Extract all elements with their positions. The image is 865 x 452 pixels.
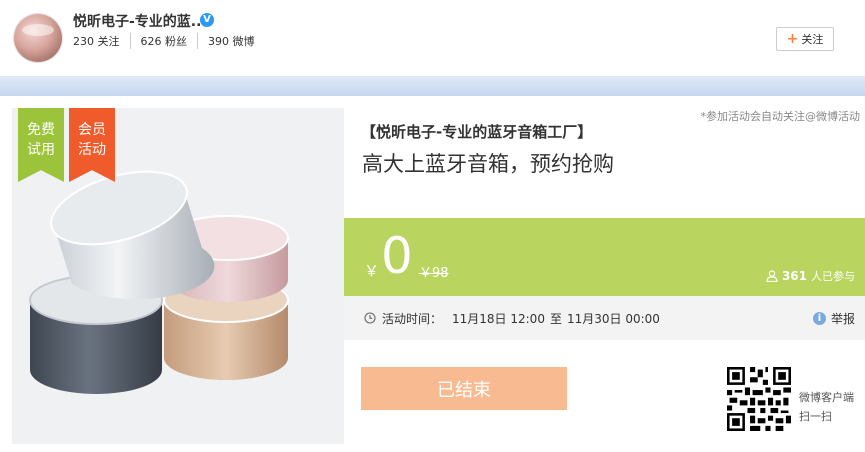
qr-code-icon[interactable] bbox=[727, 367, 791, 431]
tag-member-activity-line2: 活动 bbox=[78, 142, 106, 158]
tag-free-trial-line2: 试用 bbox=[27, 142, 55, 158]
participant-label: 人已参与 bbox=[811, 270, 855, 283]
campaign-title: 【悦昕电子-专业的蓝牙音箱工厂】 bbox=[361, 123, 593, 141]
profile-stats: 230 关注 626 粉丝 390 微博 bbox=[73, 33, 275, 49]
ended-button[interactable]: 已结束 bbox=[361, 367, 567, 410]
activity-start-time: 11月18日 12:00 bbox=[452, 311, 545, 326]
tag-member-activity-line1: 会员 bbox=[78, 122, 106, 138]
report-label: 举报 bbox=[830, 312, 855, 326]
qr-caption-line1: 微博客户端 bbox=[799, 391, 854, 404]
report-link[interactable]: i 举报 bbox=[812, 310, 855, 327]
stat-following[interactable]: 230 关注 bbox=[73, 33, 131, 49]
shop-avatar[interactable] bbox=[14, 14, 62, 62]
campaign-subtitle: 高大上蓝牙音箱，预约抢购 bbox=[362, 152, 614, 176]
shop-name[interactable]: 悦昕电子-专业的蓝... bbox=[73, 11, 207, 31]
price-band: ￥ 0 ￥98 361 人已参与 bbox=[344, 218, 865, 296]
activity-time-row: 活动时间： 11月18日 12:00 至 11月30日 00:00 i 举报 bbox=[344, 296, 865, 340]
qr-caption: 微博客户端 扫一扫 bbox=[799, 388, 854, 426]
participant-count: 361 bbox=[781, 269, 807, 283]
plus-icon: + bbox=[786, 31, 799, 47]
activity-end-time: 11月30日 00:00 bbox=[566, 311, 660, 326]
verified-icon: V bbox=[200, 13, 214, 27]
auto-follow-notice: *参加活动会自动关注@微博活动 bbox=[700, 110, 861, 123]
qr-caption-line2: 扫一扫 bbox=[799, 410, 832, 423]
currency-symbol: ￥ bbox=[364, 262, 380, 280]
follow-button[interactable]: + 关注 bbox=[776, 27, 834, 51]
clock-icon bbox=[364, 312, 376, 324]
original-price: ￥98 bbox=[419, 266, 449, 281]
info-icon: i bbox=[812, 312, 826, 325]
profile-header: 悦昕电子-专业的蓝... V 230 关注 626 粉丝 390 微博 + 关注 bbox=[0, 0, 865, 76]
product-image: 免费 试用 会员 活动 bbox=[12, 108, 344, 444]
stat-posts[interactable]: 390 微博 bbox=[208, 33, 265, 49]
header-divider-band bbox=[0, 76, 865, 96]
stat-followers[interactable]: 626 粉丝 bbox=[141, 33, 198, 49]
activity-time-separator: 至 bbox=[549, 311, 562, 326]
participants: 361 人已参与 bbox=[766, 268, 855, 284]
activity-time-label: 活动时间： bbox=[382, 311, 443, 326]
tag-free-trial-line1: 免费 bbox=[27, 122, 55, 138]
person-icon bbox=[766, 270, 778, 282]
follow-button-label: 关注 bbox=[801, 33, 824, 46]
current-price: 0 bbox=[381, 227, 413, 285]
